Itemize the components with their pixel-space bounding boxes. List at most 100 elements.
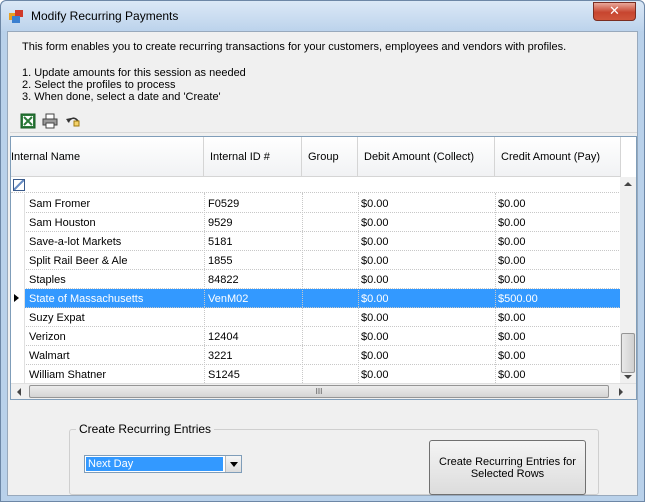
cell-debit: $0.00	[361, 312, 389, 324]
cell-credit: $0.00	[498, 274, 526, 286]
cell-debit: $0.00	[361, 255, 389, 267]
window: Modify Recurring Payments ✕ This form en…	[0, 0, 645, 502]
filter-row	[11, 177, 621, 193]
table-row[interactable]: Verizon 12404 $0.00 $0.00	[11, 327, 621, 346]
cell-id: 12404	[208, 331, 239, 343]
cell-debit: $0.00	[361, 369, 389, 381]
cell-debit: $0.00	[361, 331, 389, 343]
scroll-right-icon[interactable]	[619, 388, 623, 396]
row-header[interactable]	[11, 308, 25, 327]
column-divider	[495, 193, 496, 383]
table-row[interactable]: Suzy Expat $0.00 $0.00	[11, 308, 621, 327]
title-bar: Modify Recurring Payments ✕	[1, 1, 644, 31]
cell-id: 3221	[208, 350, 233, 362]
close-button[interactable]: ✕	[593, 2, 636, 21]
cell-name: Sam Houston	[29, 217, 96, 229]
horizontal-scrollbar[interactable]: III	[11, 383, 636, 399]
cell-debit: $0.00	[361, 217, 389, 229]
cell-name: Staples	[29, 274, 66, 286]
table-row[interactable]: Sam Houston 9529 $0.00 $0.00	[11, 213, 621, 232]
step-1: 1. Update amounts for this session as ne…	[22, 67, 246, 79]
column-header-group[interactable]: Group	[302, 137, 358, 177]
cell-name: State of Massachusetts	[29, 293, 144, 305]
row-header[interactable]	[11, 327, 25, 346]
row-header[interactable]	[11, 365, 25, 384]
grid-rows: Sam Fromer F0529 $0.00 $0.00 Sam Houston 952…	[11, 194, 621, 384]
cell-credit: $0.00	[498, 350, 526, 362]
cell-credit: $0.00	[498, 255, 526, 267]
scroll-down-icon[interactable]	[624, 375, 632, 379]
print-icon[interactable]	[42, 113, 58, 129]
column-header-internal-id[interactable]: Internal ID #	[204, 137, 302, 177]
column-divider	[302, 193, 303, 383]
cell-credit: $0.00	[498, 312, 526, 324]
cell-debit: $0.00	[361, 274, 389, 286]
horizontal-scroll-thumb[interactable]: III	[29, 385, 609, 398]
cell-credit: $0.00	[498, 331, 526, 343]
cell-debit: $0.00	[361, 198, 389, 210]
row-header[interactable]	[11, 194, 25, 213]
cell-credit: $0.00	[498, 369, 526, 381]
row-header[interactable]	[11, 251, 25, 270]
row-header[interactable]	[11, 213, 25, 232]
intro-text: This form enables you to create recurrin…	[22, 41, 567, 53]
vertical-scroll-thumb[interactable]	[621, 333, 635, 373]
step-2: 2. Select the profiles to process	[22, 79, 176, 91]
column-header-credit[interactable]: Credit Amount (Pay)	[495, 137, 621, 177]
undo-icon[interactable]	[65, 113, 81, 129]
cell-credit: $0.00	[498, 236, 526, 248]
cell-id: F0529	[208, 198, 240, 210]
toolbar	[10, 109, 637, 133]
table-row[interactable]: William Shatner S1245 $0.00 $0.00	[11, 365, 621, 384]
cell-debit: $0.00	[361, 350, 389, 362]
filter-icon[interactable]	[13, 179, 25, 191]
app-icon	[9, 10, 23, 23]
cell-id: 5181	[208, 236, 233, 248]
cell-id: VenM02	[208, 293, 249, 305]
cell-id: 1855	[208, 255, 233, 267]
scroll-left-icon[interactable]	[17, 388, 21, 396]
cell-id: 84822	[208, 274, 239, 286]
cell-id: S1245	[208, 369, 240, 381]
cell-name: William Shatner	[29, 369, 107, 381]
column-header-internal-name[interactable]: Internal Name	[11, 137, 204, 177]
table-row[interactable]: Walmart 3221 $0.00 $0.00	[11, 346, 621, 365]
chevron-down-icon[interactable]	[225, 456, 241, 472]
cell-name: Walmart	[29, 350, 70, 362]
cell-name: Split Rail Beer & Ale	[29, 255, 128, 267]
cell-credit: $500.00	[498, 293, 538, 305]
cell-name: Sam Fromer	[29, 198, 91, 210]
cell-debit: $0.00	[361, 236, 389, 248]
date-select[interactable]: Next Day	[84, 455, 242, 473]
scroll-up-icon[interactable]	[624, 182, 632, 186]
cell-credit: $0.00	[498, 217, 526, 229]
form-body: This form enables you to create recurrin…	[7, 31, 638, 496]
window-title: Modify Recurring Payments	[31, 9, 179, 23]
grid-header: Internal Name Internal ID # Group Debit …	[11, 137, 621, 177]
cell-name: Verizon	[29, 331, 66, 343]
table-row[interactable]: Sam Fromer F0529 $0.00 $0.00	[11, 194, 621, 213]
column-divider	[358, 193, 359, 383]
table-row[interactable]: Staples 84822 $0.00 $0.00	[11, 270, 621, 289]
cell-credit: $0.00	[498, 198, 526, 210]
table-row[interactable]: Split Rail Beer & Ale 1855 $0.00 $0.00	[11, 251, 621, 270]
profiles-grid[interactable]: Internal Name Internal ID # Group Debit …	[10, 136, 637, 400]
column-divider	[204, 193, 205, 383]
row-header[interactable]	[11, 232, 25, 251]
table-row-selected[interactable]: State of Massachusetts VenM02 $0.00 $500.00	[11, 289, 621, 308]
vertical-scrollbar[interactable]	[620, 177, 636, 383]
row-header[interactable]	[11, 289, 25, 308]
row-header[interactable]	[11, 346, 25, 365]
cell-id: 9529	[208, 217, 233, 229]
create-entries-button[interactable]: Create Recurring Entries for Selected Ro…	[429, 440, 586, 495]
cell-debit: $0.00	[361, 293, 389, 305]
table-row[interactable]: Save-a-lot Markets 5181 $0.00 $0.00	[11, 232, 621, 251]
row-header[interactable]	[11, 270, 25, 289]
current-row-arrow-icon	[14, 294, 19, 302]
excel-icon[interactable]	[20, 113, 36, 129]
step-3: 3. When done, select a date and 'Create'	[22, 91, 221, 103]
date-select-value: Next Day	[86, 457, 223, 471]
column-header-debit[interactable]: Debit Amount (Collect)	[358, 137, 495, 177]
group-label: Create Recurring Entries	[76, 422, 215, 436]
cell-name: Suzy Expat	[29, 312, 85, 324]
